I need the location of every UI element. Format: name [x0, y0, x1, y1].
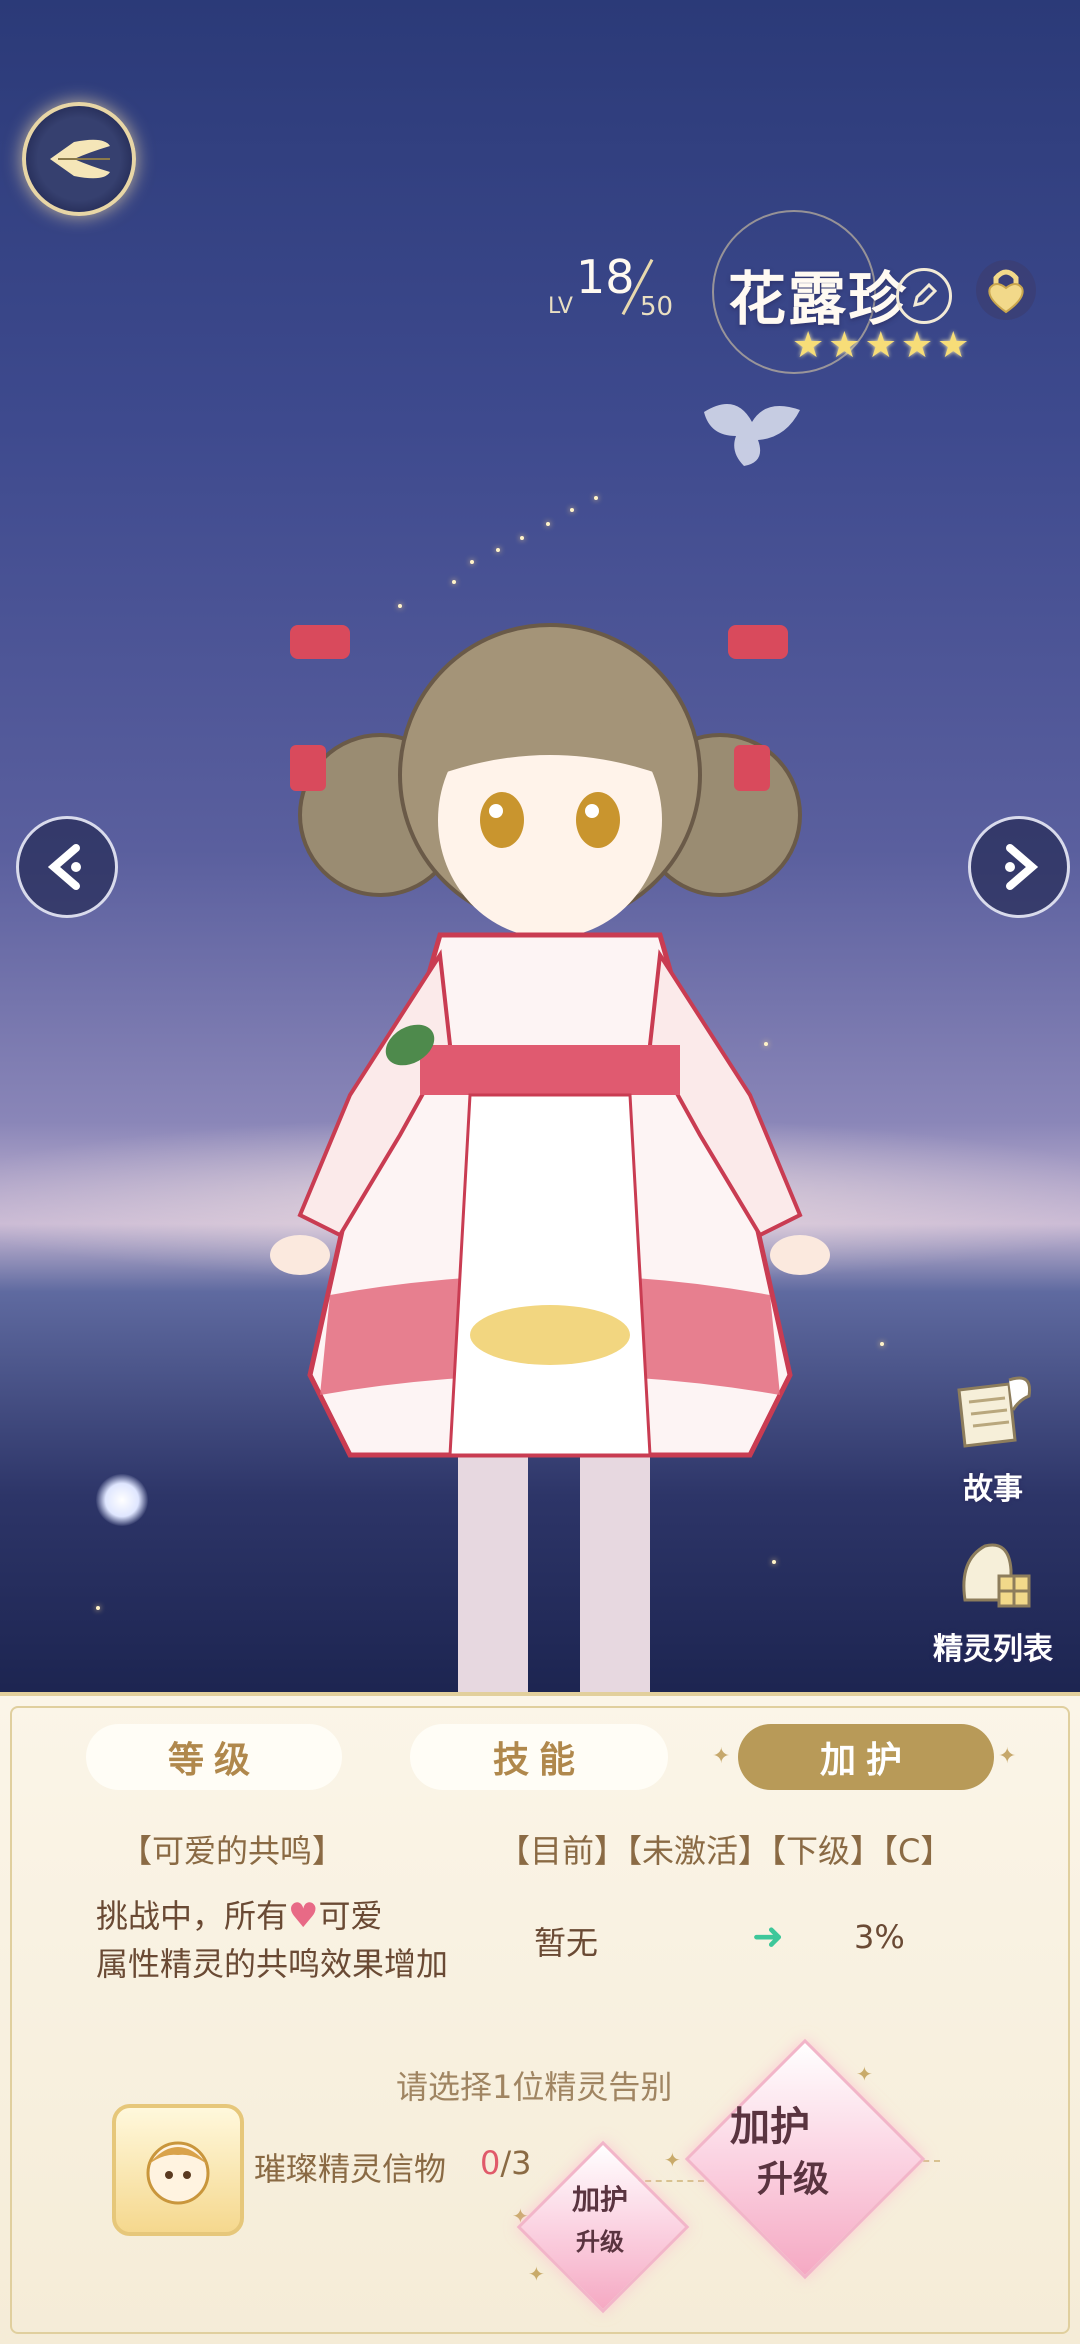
btn-line: 升级: [576, 2228, 624, 2256]
select-spirit-prompt: 请选择1位精灵告别: [396, 2068, 673, 2106]
tab-protect[interactable]: 加护: [738, 1724, 994, 1790]
star-icon: ★: [864, 325, 897, 366]
scroll-quill-icon: [957, 1376, 1032, 1448]
character-model[interactable]: [270, 575, 830, 1700]
heart-icon: ♥: [288, 1896, 319, 1936]
back-button[interactable]: [22, 102, 136, 216]
sparkle-icon: ✦: [998, 1744, 1017, 1769]
star-rating: ★ ★ ★ ★ ★: [792, 328, 969, 364]
level-label: LV: [548, 294, 573, 319]
token-have: 0: [480, 2144, 501, 2182]
edit-name-button[interactable]: [896, 268, 952, 324]
sparkle-icon: ✦: [712, 1744, 731, 1769]
star-particle: [546, 522, 550, 526]
level-current: 18: [576, 250, 635, 304]
star-icon: ★: [792, 325, 825, 366]
chevron-left-icon: [47, 844, 81, 890]
protect-upgrade-label: 加护 升级: [690, 2094, 850, 2202]
star-icon: ★: [828, 325, 861, 366]
level-max: 50: [640, 292, 674, 322]
chevron-right-icon: [1005, 844, 1039, 890]
next-value: 3%: [854, 1918, 905, 1956]
token-need: /3: [500, 2144, 532, 2182]
previous-spirit-button[interactable]: [16, 816, 118, 918]
arrow-right-icon: ➜: [752, 1914, 784, 1958]
btn-line: 加护: [730, 2104, 810, 2150]
btn-line: 升级: [756, 2159, 829, 2200]
star-particle: [594, 496, 598, 500]
sparkle-icon: ✦: [528, 2262, 545, 2286]
spirit-token-icon: [146, 2141, 210, 2205]
star-particle: [520, 536, 524, 540]
spirit-list-label: 精灵列表: [933, 1632, 1053, 1667]
current-value: 暂无: [534, 1924, 599, 1962]
star-icon: ★: [900, 325, 934, 366]
sparkle-icon: ✦: [856, 2062, 873, 2086]
star-icon: ★: [937, 325, 970, 366]
level-display: LV 18 50: [548, 250, 708, 340]
desc-text: 属性精灵的共鸣效果增加: [96, 1945, 449, 1983]
protect-upgrade-small-label: 加护 升级: [530, 2178, 670, 2257]
effect-description: 挑战中，所有♥可爱 属性精灵的共鸣效果增加: [96, 1892, 448, 1988]
btn-line: 加护: [571, 2183, 628, 2216]
star-particle: [470, 560, 474, 564]
character-name: 花露珍: [728, 265, 909, 333]
token-label: 璀璨精灵信物: [254, 2150, 447, 2188]
spirit-list-button[interactable]: 精灵列表: [918, 1530, 1068, 1668]
sparkle-icon: ✦: [664, 2148, 681, 2172]
token-slot[interactable]: [112, 2104, 244, 2236]
star-particle: [570, 508, 574, 512]
effect-name: 【可爱的共鸣】: [120, 1832, 345, 1870]
story-button[interactable]: 故事: [918, 1370, 1068, 1508]
spirit-list-icon: [962, 1543, 1031, 1608]
effect-status-tags: 【目前】【未激活】【下级】【C】: [498, 1832, 953, 1870]
bottom-panel: 等级 技能 ✦ 加护 ✦ 【可爱的共鸣】 【目前】【未激活】【下级】【C】 挑战…: [0, 1692, 1080, 2344]
next-spirit-button[interactable]: [968, 816, 1070, 918]
wing-back-icon: [50, 139, 110, 179]
star-particle: [880, 1342, 884, 1346]
glow-orb: [96, 1474, 148, 1526]
heart-lock-icon: [988, 269, 1024, 314]
butterfly-icon: [704, 404, 800, 466]
star-particle: [496, 548, 500, 552]
pencil-icon: [912, 282, 938, 308]
star-particle: [96, 1606, 100, 1610]
token-count: 0/3: [480, 2144, 532, 2182]
tab-skill[interactable]: 技能: [410, 1724, 668, 1790]
desc-text: 挑战中，所有: [96, 1897, 289, 1935]
desc-text: 可爱: [318, 1897, 383, 1935]
lock-button[interactable]: [976, 260, 1036, 320]
story-label: 故事: [963, 1472, 1023, 1507]
tab-level[interactable]: 等级: [86, 1724, 342, 1790]
